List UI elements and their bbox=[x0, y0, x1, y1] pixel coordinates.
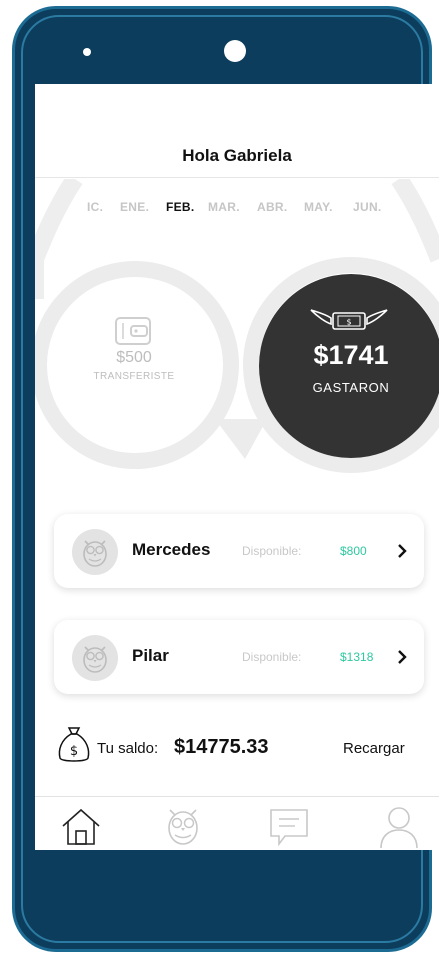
kid-name: Pilar bbox=[132, 646, 169, 665]
chevron-right-icon[interactable] bbox=[397, 543, 407, 559]
month-tab-1[interactable]: ENE. bbox=[120, 200, 149, 214]
month-tab-2[interactable]: FEB. bbox=[166, 200, 195, 214]
available-label: Disponible: bbox=[242, 544, 302, 558]
chat-icon[interactable] bbox=[267, 804, 311, 848]
bottom-nav-divider bbox=[35, 796, 439, 797]
month-tab-6[interactable]: JUN. bbox=[353, 200, 382, 214]
balance-value: $14775.33 bbox=[174, 736, 269, 758]
owl-icon[interactable] bbox=[161, 804, 205, 848]
kid-card-pilar[interactable]: Pilar Disponible: $1318 bbox=[54, 620, 424, 694]
chevron-right-icon[interactable] bbox=[397, 649, 407, 665]
kid-card-mercedes[interactable]: Mercedes Disponible: $800 bbox=[54, 514, 424, 588]
month-tab-3[interactable]: MAR. bbox=[208, 200, 240, 214]
wallet-icon bbox=[115, 317, 151, 345]
spent-circle[interactable]: $ $1741 GASTARON bbox=[259, 274, 439, 458]
svg-text:$: $ bbox=[70, 744, 78, 759]
available-value: $1318 bbox=[340, 650, 374, 664]
balance-row: $ Tu saldo: $14775.33 Recargar bbox=[57, 726, 427, 766]
app-screen: Hola Gabriela IC. ENE. FEB. MAR. ABR. MA… bbox=[35, 84, 439, 850]
speaker-dot bbox=[83, 48, 91, 56]
month-selector: IC. ENE. FEB. MAR. ABR. MAY. JUN. bbox=[35, 200, 439, 220]
transfer-amount: $500 bbox=[116, 349, 152, 366]
svg-text:$: $ bbox=[346, 318, 351, 327]
camera-icon bbox=[224, 40, 246, 62]
flying-money-icon: $ bbox=[310, 309, 388, 330]
greeting-title: Hola Gabriela bbox=[182, 146, 292, 165]
kid-name: Mercedes bbox=[132, 540, 211, 559]
available-value: $800 bbox=[340, 544, 367, 558]
header-divider bbox=[35, 177, 439, 178]
transfer-circle[interactable]: $500 TRANSFERISTE bbox=[39, 269, 229, 459]
available-label: Disponible: bbox=[242, 650, 302, 664]
recharge-button[interactable]: Recargar bbox=[343, 740, 405, 757]
month-tab-5[interactable]: MAY. bbox=[304, 200, 333, 214]
profile-icon[interactable] bbox=[377, 804, 421, 848]
transfer-label: TRANSFERISTE bbox=[93, 371, 175, 382]
spent-amount: $1741 bbox=[313, 340, 389, 370]
month-tab-4[interactable]: ABR. bbox=[257, 200, 288, 214]
owl-avatar-icon bbox=[72, 529, 118, 575]
month-tab-0[interactable]: IC. bbox=[87, 200, 103, 214]
money-bag-icon: $ bbox=[58, 727, 90, 762]
balance-label: Tu saldo: bbox=[97, 740, 159, 757]
spent-label: GASTARON bbox=[312, 380, 390, 395]
home-icon[interactable] bbox=[59, 804, 103, 848]
owl-avatar-icon bbox=[72, 635, 118, 681]
